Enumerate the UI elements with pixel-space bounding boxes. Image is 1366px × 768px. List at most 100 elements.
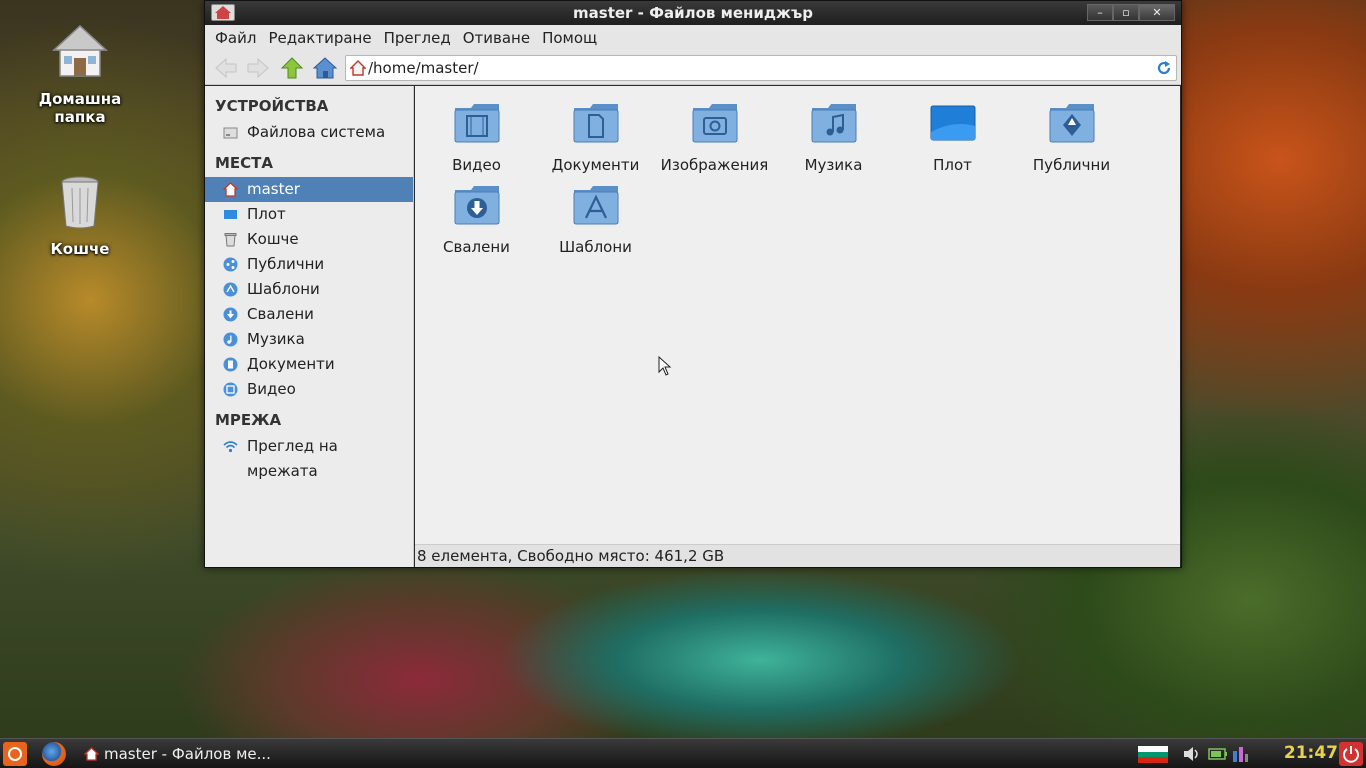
power-icon [1343,746,1359,763]
sidebar-header-places: МЕСТА [215,154,274,172]
menu-edit[interactable]: Редактиране [262,29,377,47]
folder-pictures-icon [692,104,737,143]
reload-icon[interactable] [1156,60,1172,76]
desktop-trash-icon[interactable]: Кошче [25,172,135,258]
back-arrow-icon[interactable] [213,56,239,80]
sidebar-item-label: Файлова система [247,123,386,141]
folder-download-icon [454,186,499,225]
folder-documents-icon [573,104,618,143]
folder-public-icon [1049,104,1094,143]
forward-arrow-icon[interactable] [245,56,271,80]
sidebar-item-public[interactable]: Публични [205,252,413,277]
close-button[interactable]: ✕ [1139,4,1175,21]
sidebar-item-music[interactable]: Музика [205,327,413,352]
sidebar-item-templates[interactable]: Шаблони [205,277,413,302]
address-bar[interactable] [345,55,1177,81]
home-icon [223,182,238,197]
menubar: Файл Редактиране Преглед Отиване Помощ [205,25,1181,51]
menu-go[interactable]: Отиване [457,29,536,47]
mouse-cursor-icon [658,356,672,376]
file-item-desktop[interactable]: Плот [893,102,1012,174]
drive-icon [223,127,238,139]
bulgarian-flag-icon[interactable] [1138,746,1168,763]
file-label: Документи [551,156,640,174]
taskbar-window-label: master - Файлов ме... [104,745,271,763]
sidebar: УСТРОЙСТВА Файлова система МЕСТА master … [205,86,414,567]
desktop-icon-label: Домашна папка [38,90,122,126]
sidebar-header-devices: УСТРОЙСТВА [215,97,329,115]
start-icon [8,747,22,761]
sidebar-item-label: Публични [247,255,325,273]
taskbar-window-button[interactable]: master - Файлов ме... [80,741,280,767]
sidebar-item-network[interactable]: Преглед на мрежата [205,434,413,480]
desktop-home-folder-icon[interactable]: Домашна папка [25,22,135,126]
file-label: Видео [452,156,501,174]
window-titlebar[interactable]: master - Файлов мениджър – ▫ ✕ [205,1,1181,25]
share-icon [223,257,238,272]
path-input[interactable] [368,58,1150,78]
sidebar-item-desktop[interactable]: Плот [205,202,413,227]
file-label: Свалени [443,238,510,256]
sidebar-item-label: Шаблони [247,280,320,298]
sidebar-item-trash[interactable]: Кошче [205,227,413,252]
file-manager-window: master - Файлов мениджър – ▫ ✕ Файл Реда… [204,0,1182,568]
music-icon [223,332,238,347]
window-title: master - Файлов мениджър [573,4,813,22]
templates-icon [223,282,238,297]
sidebar-item-label: Кошче [247,230,299,248]
task-home-icon [84,747,99,761]
network-tray-icon[interactable] [1230,745,1250,763]
wifi-icon [223,441,238,453]
toolbar [205,51,1181,85]
sidebar-item-master[interactable]: master [205,177,413,202]
file-item-templates[interactable]: Шаблони [536,184,655,256]
sidebar-item-label: master [247,180,300,198]
menu-view[interactable]: Преглед [378,29,457,47]
up-arrow-icon[interactable] [279,56,305,80]
file-item-music[interactable]: Музика [774,102,893,174]
sidebar-header-network: МРЕЖА [215,411,282,429]
sidebar-item-downloads[interactable]: Свалени [205,302,413,327]
desktop-icon [224,210,237,219]
taskbar: master - Файлов ме... 21:47 [0,738,1366,768]
battery-icon[interactable] [1208,745,1228,763]
firefox-launcher-icon[interactable] [42,742,66,766]
file-label: Плот [933,156,972,174]
folder-video-icon [454,104,499,143]
desktop-icon-label: Кошче [50,240,110,258]
document-icon [223,357,238,372]
house-icon [52,24,108,77]
menu-file[interactable]: Файл [209,29,262,47]
sidebar-item-label: Документи [247,355,335,373]
download-icon [223,307,238,322]
volume-icon[interactable] [1182,745,1202,763]
sidebar-item-videos[interactable]: Видео [205,377,413,402]
file-item-documents[interactable]: Документи [536,102,655,174]
status-bar: 8 елемента, Свободно място: 461,2 GB [415,544,1180,567]
sidebar-item-label: Преглед на мрежата [247,437,338,480]
file-item-pictures[interactable]: Изображения [655,102,774,174]
maximize-button[interactable]: ▫ [1113,4,1139,21]
file-label: Шаблони [559,238,632,256]
folder-templates-icon [573,186,618,225]
start-menu-button[interactable] [3,742,27,766]
home-button-icon[interactable] [312,56,338,80]
file-label: Изображения [660,156,769,174]
sidebar-item-label: Плот [247,205,286,223]
file-label: Публични [1032,156,1111,174]
sidebar-item-label: Музика [247,330,305,348]
file-item-downloads[interactable]: Свалени [417,184,536,256]
file-item-public[interactable]: Публични [1012,102,1131,174]
file-item-videos[interactable]: Видео [417,102,536,174]
power-button[interactable] [1339,742,1363,766]
file-view[interactable]: Видео Документи Изображения Музика Плот … [415,86,1180,544]
folder-music-icon [811,104,856,143]
clock[interactable]: 21:47 [1284,743,1338,763]
minimize-button[interactable]: – [1087,4,1113,21]
menu-help[interactable]: Помощ [536,29,603,47]
sidebar-item-documents[interactable]: Документи [205,352,413,377]
address-home-icon [350,60,366,76]
sidebar-item-filesystem[interactable]: Файлова система [205,120,413,145]
trash-can-icon [61,176,99,229]
video-icon [223,382,238,397]
